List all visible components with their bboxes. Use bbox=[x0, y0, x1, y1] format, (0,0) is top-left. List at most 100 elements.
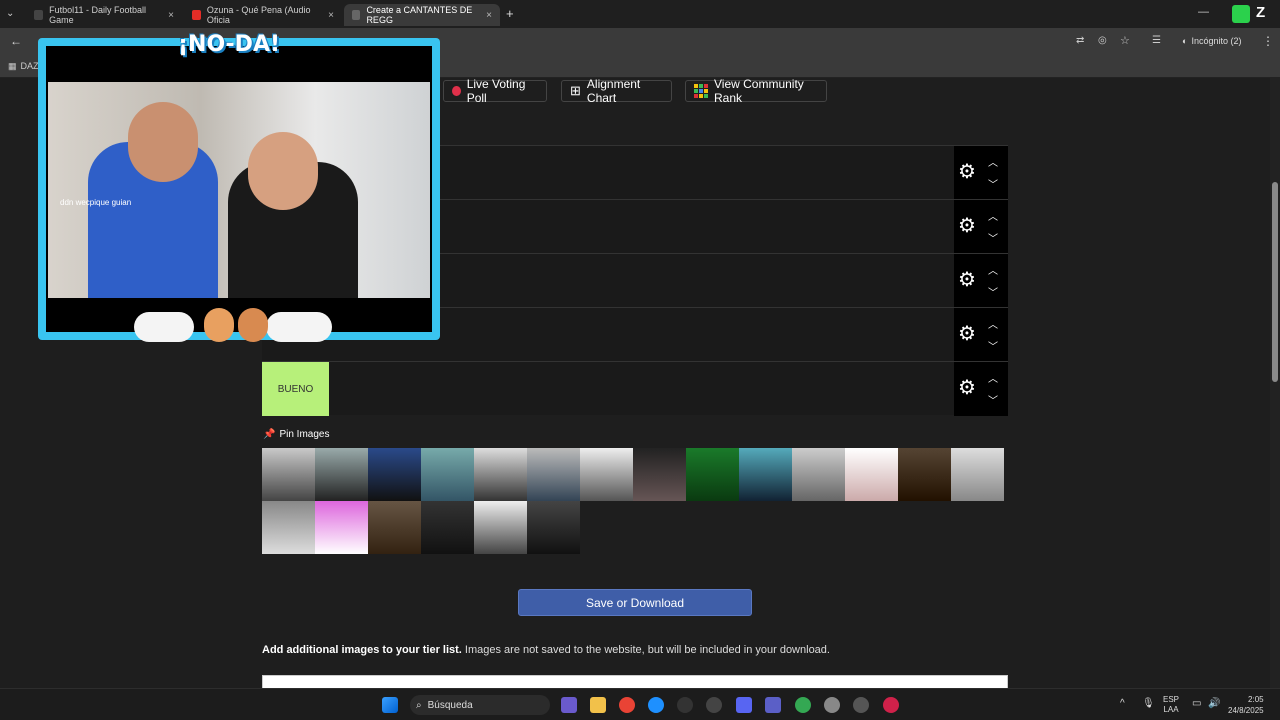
grid-icon: ⊞ bbox=[570, 83, 581, 98]
gear-icon[interactable]: ⚙ bbox=[958, 378, 976, 398]
translate-icon[interactable]: ⇄ bbox=[1076, 35, 1084, 46]
pin-icon: 📌 bbox=[263, 429, 276, 440]
github-icon[interactable] bbox=[677, 697, 693, 713]
bookmark-star-icon[interactable]: ☆ bbox=[1120, 34, 1130, 47]
singer-image[interactable] bbox=[580, 448, 633, 501]
chevron-up-icon[interactable]: ︿ bbox=[988, 262, 998, 277]
chevron-down-icon[interactable]: ﹀ bbox=[988, 338, 998, 353]
microphone-icon[interactable]: 🎙 bbox=[1142, 698, 1155, 709]
back-icon[interactable]: ← bbox=[10, 34, 22, 48]
windows-start-icon[interactable] bbox=[382, 697, 398, 713]
stream-webcam-overlay: ddn wecpique guian ¡NO-DA! bbox=[38, 32, 440, 342]
incognito-indicator[interactable]: ◐ Incógnito (2) bbox=[1182, 36, 1241, 46]
save-or-download-button[interactable]: Save or Download bbox=[518, 589, 752, 616]
reading-list-icon[interactable]: ☰ bbox=[1152, 35, 1161, 46]
singer-image[interactable] bbox=[368, 501, 421, 554]
chrome-icon[interactable] bbox=[619, 697, 635, 713]
gear-icon[interactable]: ⚙ bbox=[958, 216, 976, 236]
live-voting-poll-button[interactable]: Live Voting Poll bbox=[443, 78, 547, 105]
singer-image[interactable] bbox=[474, 501, 527, 554]
chevron-up-icon[interactable]: ︿ bbox=[988, 370, 998, 385]
record-icon bbox=[452, 86, 461, 96]
extension-logo-icon bbox=[1232, 5, 1250, 23]
singer-image[interactable] bbox=[315, 501, 368, 554]
singer-image[interactable] bbox=[845, 448, 898, 501]
view-community-rank-button[interactable]: View Community Rank bbox=[685, 78, 827, 105]
person-face bbox=[248, 132, 318, 210]
singer-image[interactable] bbox=[421, 448, 474, 501]
obs-icon[interactable] bbox=[853, 697, 869, 713]
singer-image[interactable] bbox=[951, 448, 1004, 501]
tier-row[interactable]: BUENO ⚙ ︿ ﹀ bbox=[262, 361, 1008, 416]
new-tab-button[interactable]: + bbox=[506, 6, 514, 21]
webcam-video: ddn wecpique guian bbox=[48, 82, 430, 298]
singer-image[interactable] bbox=[262, 448, 315, 501]
gear-icon[interactable]: ⚙ bbox=[958, 162, 976, 182]
pin-images-toggle[interactable]: 📌 Pin Images bbox=[263, 429, 329, 440]
windows-taskbar: ⌕ Búsqueda ^ 🎙 ESP LAA ▭ 🔊 2:05 24/8/202… bbox=[0, 688, 1280, 720]
app-icon[interactable] bbox=[706, 697, 722, 713]
chevron-down-icon[interactable]: ﹀ bbox=[988, 176, 998, 191]
tier-controls: ⚙ ︿ ﹀ bbox=[954, 146, 1008, 200]
additional-images-instructions: Add additional images to your tier list.… bbox=[262, 644, 830, 656]
taskbar-search[interactable]: ⌕ Búsqueda bbox=[410, 695, 550, 715]
search-icon: ⌕ bbox=[416, 699, 422, 711]
page-scrollbar[interactable] bbox=[1270, 78, 1280, 688]
network-icon[interactable]: ▭ bbox=[1192, 698, 1201, 709]
tab-list-chevron-icon[interactable]: ⌄ bbox=[6, 8, 14, 19]
gear-icon[interactable]: ⚙ bbox=[958, 270, 976, 290]
menu-icon[interactable]: ⋮ bbox=[1262, 34, 1274, 48]
clock[interactable]: 2:05 24/8/2025 bbox=[1228, 694, 1264, 716]
tab-futbol11[interactable]: Futbol11 - Daily Football Game × bbox=[26, 4, 182, 26]
tier-label-bueno[interactable]: BUENO bbox=[262, 362, 329, 416]
singer-image[interactable] bbox=[262, 501, 315, 554]
close-icon[interactable]: × bbox=[168, 10, 174, 21]
singer-image[interactable] bbox=[686, 448, 739, 501]
chevron-up-icon[interactable]: ︿ bbox=[988, 208, 998, 223]
grid-icon: ▦ bbox=[8, 61, 17, 71]
person-face bbox=[128, 102, 198, 182]
language-indicator[interactable]: ESP LAA bbox=[1163, 695, 1179, 715]
rank-grid-icon bbox=[694, 84, 708, 98]
avatar-icon bbox=[238, 308, 268, 342]
gear-icon[interactable]: ⚙ bbox=[958, 324, 976, 344]
singer-image[interactable] bbox=[368, 448, 421, 501]
chevron-up-icon[interactable]: ^ bbox=[1120, 698, 1125, 709]
chevron-down-icon[interactable]: ﹀ bbox=[988, 392, 998, 407]
chrome-active-icon[interactable] bbox=[795, 697, 811, 713]
edge-icon[interactable] bbox=[648, 697, 664, 713]
tab-tiermaker[interactable]: Create a CANTANTES DE REGG × bbox=[344, 4, 500, 26]
scrollbar-thumb[interactable] bbox=[1272, 182, 1278, 382]
minimize-icon[interactable]: — bbox=[1198, 6, 1209, 18]
singer-image[interactable] bbox=[792, 448, 845, 501]
eye-off-icon[interactable]: ◎ bbox=[1098, 35, 1107, 46]
copilot-icon[interactable] bbox=[561, 697, 577, 713]
settings-icon[interactable] bbox=[824, 697, 840, 713]
bookmark-item[interactable]: ▦ DAZ bbox=[8, 61, 39, 72]
singer-image[interactable] bbox=[739, 448, 792, 501]
chevron-up-icon[interactable]: ︿ bbox=[988, 154, 998, 169]
chevron-down-icon[interactable]: ﹀ bbox=[988, 230, 998, 245]
chevron-up-icon[interactable]: ︿ bbox=[988, 316, 998, 331]
tab-youtube[interactable]: Ozuna - Qué Pena (Audio Oficia × bbox=[184, 4, 342, 26]
close-icon[interactable]: × bbox=[486, 10, 492, 21]
tier-controls: ⚙ ︿ ﹀ bbox=[954, 254, 1008, 308]
singer-image[interactable] bbox=[421, 501, 474, 554]
singer-image[interactable] bbox=[633, 448, 686, 501]
alignment-chart-button[interactable]: ⊞ Alignment Chart bbox=[561, 78, 672, 105]
cloud-icon bbox=[266, 312, 332, 342]
singer-image[interactable] bbox=[474, 448, 527, 501]
singer-image[interactable] bbox=[315, 448, 368, 501]
futbol11-icon bbox=[34, 10, 44, 20]
opera-icon[interactable] bbox=[883, 697, 899, 713]
discord-icon[interactable] bbox=[736, 697, 752, 713]
close-icon[interactable]: × bbox=[328, 10, 334, 21]
singer-image[interactable] bbox=[527, 501, 580, 554]
file-upload-box[interactable] bbox=[262, 675, 1008, 688]
singer-image[interactable] bbox=[898, 448, 951, 501]
singer-image[interactable] bbox=[527, 448, 580, 501]
teams-icon[interactable] bbox=[765, 697, 781, 713]
file-explorer-icon[interactable] bbox=[590, 697, 606, 713]
volume-icon[interactable]: 🔊 bbox=[1208, 698, 1220, 709]
chevron-down-icon[interactable]: ﹀ bbox=[988, 284, 998, 299]
